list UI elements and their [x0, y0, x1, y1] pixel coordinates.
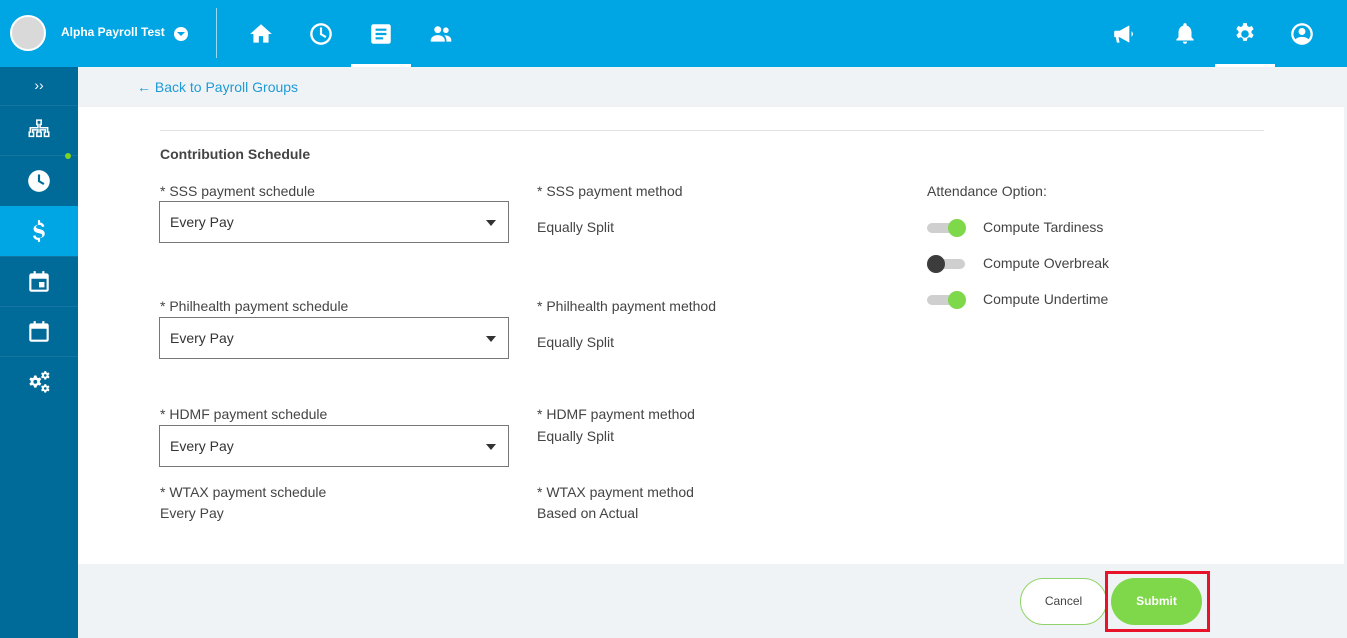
philhealth-method-value: Equally Split [537, 334, 615, 350]
hdmf-method-value: Equally Split [537, 428, 615, 444]
sidebar-item-time[interactable] [0, 155, 78, 205]
nav-payroll[interactable] [351, 0, 411, 67]
compute-tardiness-toggle[interactable] [927, 218, 967, 238]
compute-undertime-toggle[interactable] [927, 290, 967, 310]
cancel-button[interactable]: Cancel [1020, 578, 1107, 625]
sss-schedule-select[interactable]: Every Pay [159, 201, 509, 243]
gear-icon [1236, 22, 1254, 41]
back-to-payroll-groups-link[interactable]: ← Back to Payroll Groups [137, 79, 298, 95]
sss-schedule-value: Every Pay [170, 214, 234, 230]
nav-time[interactable] [291, 0, 351, 67]
settings-button[interactable] [1215, 0, 1275, 67]
chevron-down-icon [486, 444, 496, 450]
hdmf-method-label: * HDMF payment method [537, 406, 695, 422]
compute-tardiness-label: Compute Tardiness [983, 219, 1104, 235]
calendar-event-icon [29, 270, 49, 292]
gears-icon [29, 370, 50, 393]
header-divider [216, 8, 217, 58]
active-indicator-dot [65, 153, 71, 159]
attendance-option-title: Attendance Option: [927, 183, 1047, 199]
calendar-icon [29, 320, 49, 342]
section-divider [160, 130, 1264, 131]
sidebar-item-payroll[interactable] [0, 206, 78, 256]
sidebar-item-organization[interactable] [0, 105, 78, 155]
wtax-method-value: Based on Actual [537, 505, 639, 521]
chevron-down-icon [486, 220, 496, 226]
philhealth-schedule-value: Every Pay [170, 330, 234, 346]
profile-button[interactable] [1272, 0, 1332, 67]
sidebar-item-leaves[interactable] [0, 256, 78, 306]
sss-method-label: * SSS payment method [537, 183, 683, 199]
sidebar-item-calendar[interactable] [0, 306, 78, 356]
submit-button[interactable]: Submit [1111, 578, 1202, 625]
sss-schedule-label: * SSS payment schedule [160, 183, 315, 199]
philhealth-schedule-select[interactable]: Every Pay [159, 317, 509, 359]
sidebar-expand-toggle[interactable]: ›› [0, 67, 78, 104]
bell-icon [1176, 22, 1194, 44]
wtax-schedule-label: * WTAX payment schedule [160, 484, 327, 500]
hdmf-schedule-value: Every Pay [170, 438, 234, 454]
nav-people[interactable] [411, 0, 471, 67]
sss-method-value: Equally Split [537, 219, 615, 235]
clock-icon [28, 169, 50, 192]
philhealth-method-label: * Philhealth payment method [537, 298, 716, 314]
compute-undertime-label: Compute Undertime [983, 291, 1109, 307]
compute-overbreak-label: Compute Overbreak [983, 255, 1110, 271]
section-title: Contribution Schedule [160, 146, 311, 162]
wtax-method-label: * WTAX payment method [537, 484, 694, 500]
company-name[interactable]: Alpha Payroll Test [61, 25, 165, 39]
notifications-button[interactable] [1155, 0, 1215, 67]
org-chart-icon [28, 118, 50, 137]
hdmf-schedule-label: * HDMF payment schedule [160, 406, 328, 422]
sidebar-item-settings[interactable] [0, 356, 78, 406]
top-navbar: Alpha Payroll Test [0, 0, 1347, 67]
philhealth-schedule-label: * Philhealth payment schedule [160, 298, 349, 314]
wtax-schedule-value: Every Pay [160, 505, 224, 521]
nav-home[interactable] [231, 0, 291, 67]
user-circle-icon [1291, 22, 1313, 45]
people-icon [430, 25, 452, 42]
megaphone-icon [1114, 24, 1133, 43]
company-dropdown-icon[interactable] [174, 27, 188, 41]
compute-overbreak-toggle[interactable] [927, 254, 967, 274]
clock-icon [310, 22, 332, 45]
document-icon [371, 23, 391, 44]
dollar-icon [33, 220, 45, 242]
announcements-button[interactable] [1095, 0, 1155, 67]
home-icon [250, 23, 272, 43]
company-avatar[interactable] [10, 15, 46, 51]
hdmf-schedule-select[interactable]: Every Pay [159, 425, 509, 467]
contribution-schedule-card: Contribution Schedule * SSS payment sche… [78, 107, 1344, 564]
chevron-down-icon [486, 336, 496, 342]
